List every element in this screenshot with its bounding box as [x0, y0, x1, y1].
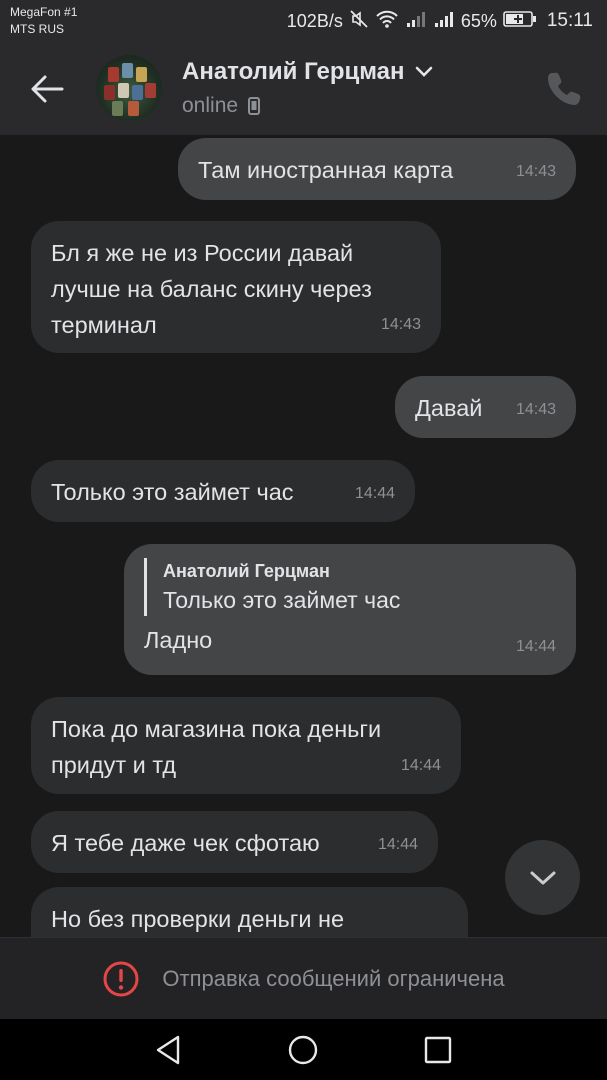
avatar[interactable]: [96, 55, 162, 121]
chat-header: Анатолий Герцман online: [0, 44, 607, 135]
message-text: Ладно: [144, 627, 213, 653]
wifi-icon: [375, 9, 399, 34]
message-bubble-incoming[interactable]: Пока до магазина пока деньги придут и тд…: [31, 697, 461, 794]
nav-home-button[interactable]: [286, 1033, 320, 1067]
message-time: 14:44: [354, 485, 395, 502]
contact-name-row[interactable]: Анатолий Герцман: [182, 58, 433, 86]
warning-icon: [103, 961, 139, 996]
status-indicators: 102B/s 65% 15:11: [287, 8, 593, 34]
phone-icon: [548, 72, 581, 105]
message-bubble-incoming[interactable]: Но без проверки деньги не: [31, 887, 468, 937]
back-button[interactable]: [22, 64, 72, 114]
carrier-info: MegaFon #1 MTS RUS: [10, 4, 77, 38]
message-bubble-outgoing[interactable]: Давай 14:43: [395, 376, 576, 438]
battery-percent: 65%: [460, 10, 497, 31]
call-button[interactable]: [545, 68, 583, 108]
nav-back-button[interactable]: [152, 1033, 186, 1067]
messaging-restricted-bar: Отправка сообщений ограничена: [0, 937, 607, 1019]
message-bubble-outgoing[interactable]: Там иностранная карта 14:43: [178, 138, 576, 200]
message-time: 14:43: [515, 401, 556, 418]
scroll-to-bottom-button[interactable]: [505, 840, 580, 915]
restriction-message: Отправка сообщений ограничена: [162, 965, 505, 991]
contact-status-row: online: [182, 94, 433, 118]
message-time: 14:44: [377, 836, 418, 853]
reply-text: Только это займет час: [163, 587, 401, 613]
clock: 15:11: [546, 10, 593, 31]
message-text: Я тебе даже чек сфотаю: [51, 830, 320, 856]
battery-charging-icon: [503, 9, 537, 34]
chevron-down-icon: [530, 871, 555, 884]
reply-quote[interactable]: Анатолий Герцман Только это займет час: [144, 558, 556, 616]
message-text: Там иностранная карта: [198, 157, 454, 183]
contact-info[interactable]: Анатолий Герцман online: [182, 58, 433, 118]
system-navigation-bar: [0, 1019, 607, 1080]
signal-icon: [405, 9, 427, 34]
network-speed: 102B/s: [286, 10, 343, 31]
signal-icon: [433, 9, 455, 34]
message-text: Только это займет час: [51, 479, 294, 505]
mute-icon: [349, 9, 369, 34]
message-bubble-incoming[interactable]: Только это займет час 14:44: [31, 460, 415, 522]
message-time: 14:43: [380, 316, 421, 333]
back-arrow-icon: [31, 75, 64, 103]
nav-recents-icon: [424, 1036, 452, 1064]
message-time: 14:43: [515, 163, 556, 180]
chevron-down-icon: [415, 66, 432, 77]
reply-author: Анатолий Герцман: [163, 561, 330, 581]
message-text: Но без проверки деньги не: [51, 906, 345, 932]
message-feed[interactable]: Там иностранная карта 14:43 Бл я же не и…: [0, 135, 607, 937]
nav-recents-button[interactable]: [421, 1033, 455, 1067]
message-bubble-incoming[interactable]: Бл я же не из России давай лучше на бала…: [31, 221, 441, 353]
message-text: Давай: [415, 395, 483, 421]
nav-back-icon: [156, 1035, 180, 1065]
message-text: Бл я же не из России давай лучше на бала…: [51, 240, 372, 338]
nav-home-icon: [288, 1035, 318, 1065]
carrier-secondary: MTS RUS: [10, 22, 64, 36]
mobile-device-icon: [248, 97, 261, 115]
message-bubble-incoming[interactable]: Я тебе даже чек сфотаю 14:44: [31, 811, 438, 873]
message-time: 14:44: [515, 638, 556, 655]
carrier-primary: MegaFon #1: [10, 5, 78, 19]
message-time: 14:44: [400, 757, 441, 774]
status-bar: MegaFon #1 MTS RUS 102B/s 65% 15:11: [0, 0, 607, 44]
message-bubble-outgoing[interactable]: Анатолий Герцман Только это займет час Л…: [124, 544, 576, 675]
message-text: Пока до магазина пока деньги придут и тд: [51, 716, 382, 778]
contact-status: online: [182, 94, 239, 117]
contact-name: Анатолий Герцман: [182, 58, 405, 85]
